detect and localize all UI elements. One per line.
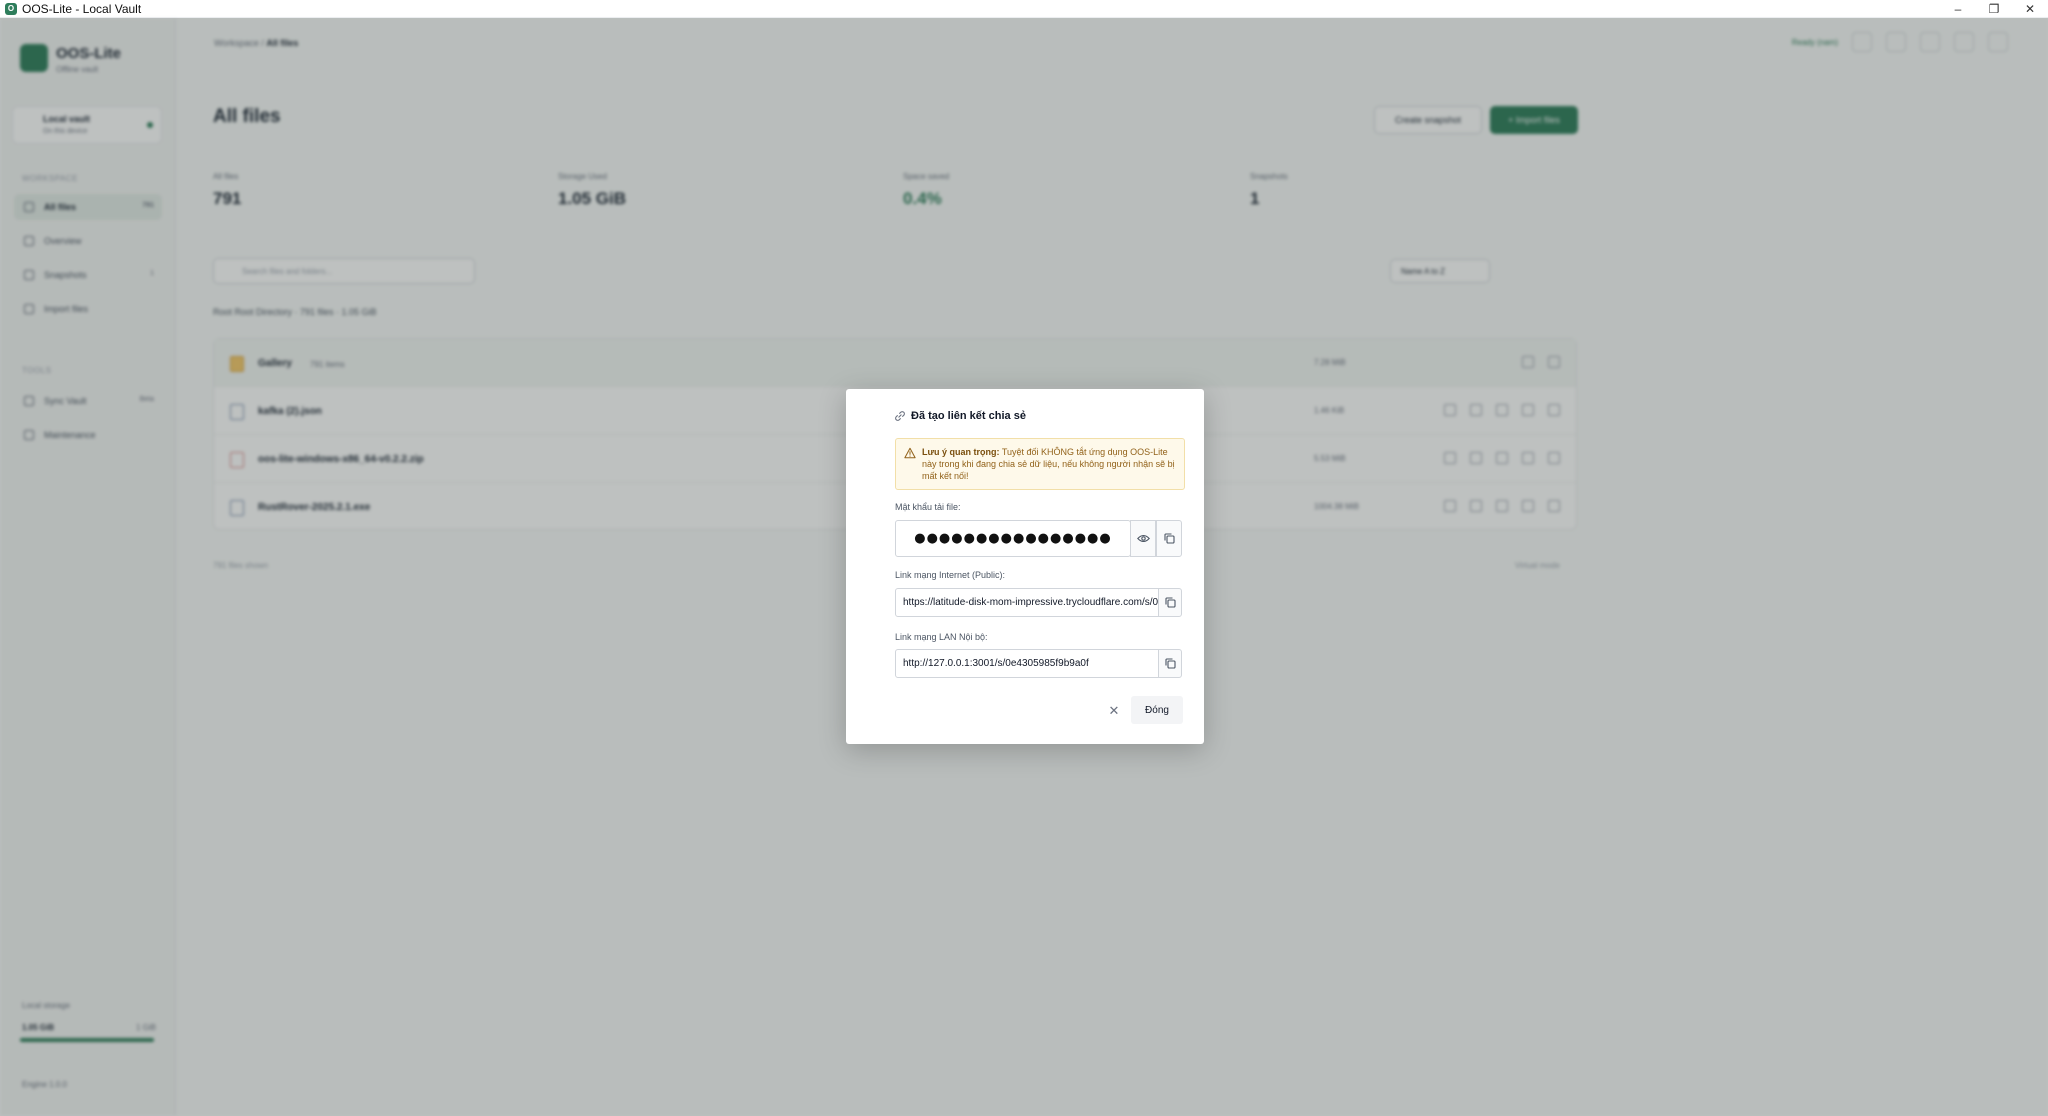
close-icon[interactable]: ✕ <box>1104 701 1124 721</box>
copy-lan-link-button[interactable] <box>1158 649 1182 678</box>
warning-text: Lưu ý quan trọng: Tuyệt đối KHÔNG tắt ứn… <box>922 446 1180 482</box>
public-link-label: Link mạng Internet (Public): <box>895 570 1006 580</box>
close-window-icon[interactable]: ✕ <box>2012 0 2048 18</box>
eye-icon <box>1136 534 1150 543</box>
public-link-input[interactable]: https://latitude-disk-mom-impressive.try… <box>895 588 1159 617</box>
lan-link-input[interactable]: http://127.0.0.1:3001/s/0e4305985f9b9a0f <box>895 649 1159 678</box>
window-titlebar: O OOS-Lite - Local Vault – ❐ ✕ <box>0 0 2048 18</box>
copy-public-link-button[interactable] <box>1158 588 1182 617</box>
copy-password-button[interactable] <box>1156 520 1182 557</box>
window-controls: – ❐ ✕ <box>1940 0 2048 18</box>
copy-icon <box>1164 597 1176 608</box>
lan-link-label: Link mạng LAN Nội bộ: <box>895 632 988 642</box>
password-field[interactable]: ●●●●●●●●●●●●●●●● <box>895 520 1131 557</box>
warning-bold: Lưu ý quan trọng: <box>922 447 1000 457</box>
dialog-title-text: Đã tạo liên kết chia sẻ <box>911 410 1026 422</box>
copy-icon <box>1164 658 1176 669</box>
warning-icon <box>904 447 916 459</box>
copy-icon <box>1163 533 1175 544</box>
share-link-dialog: Đã tạo liên kết chia sẻ Lưu ý quan trọng… <box>846 389 1204 744</box>
app-icon: O <box>5 2 17 15</box>
window-title: OOS-Lite - Local Vault <box>22 1 142 16</box>
link-icon <box>895 411 905 421</box>
password-label: Mật khẩu tải file: <box>895 502 961 512</box>
close-button[interactable]: Đóng <box>1131 696 1183 724</box>
warning-box: Lưu ý quan trọng: Tuyệt đối KHÔNG tắt ứn… <box>895 438 1185 490</box>
dialog-title: Đã tạo liên kết chia sẻ <box>894 410 1026 422</box>
toggle-password-button[interactable] <box>1130 520 1156 557</box>
minimize-icon[interactable]: – <box>1940 0 1976 18</box>
restore-icon[interactable]: ❐ <box>1976 0 2012 18</box>
